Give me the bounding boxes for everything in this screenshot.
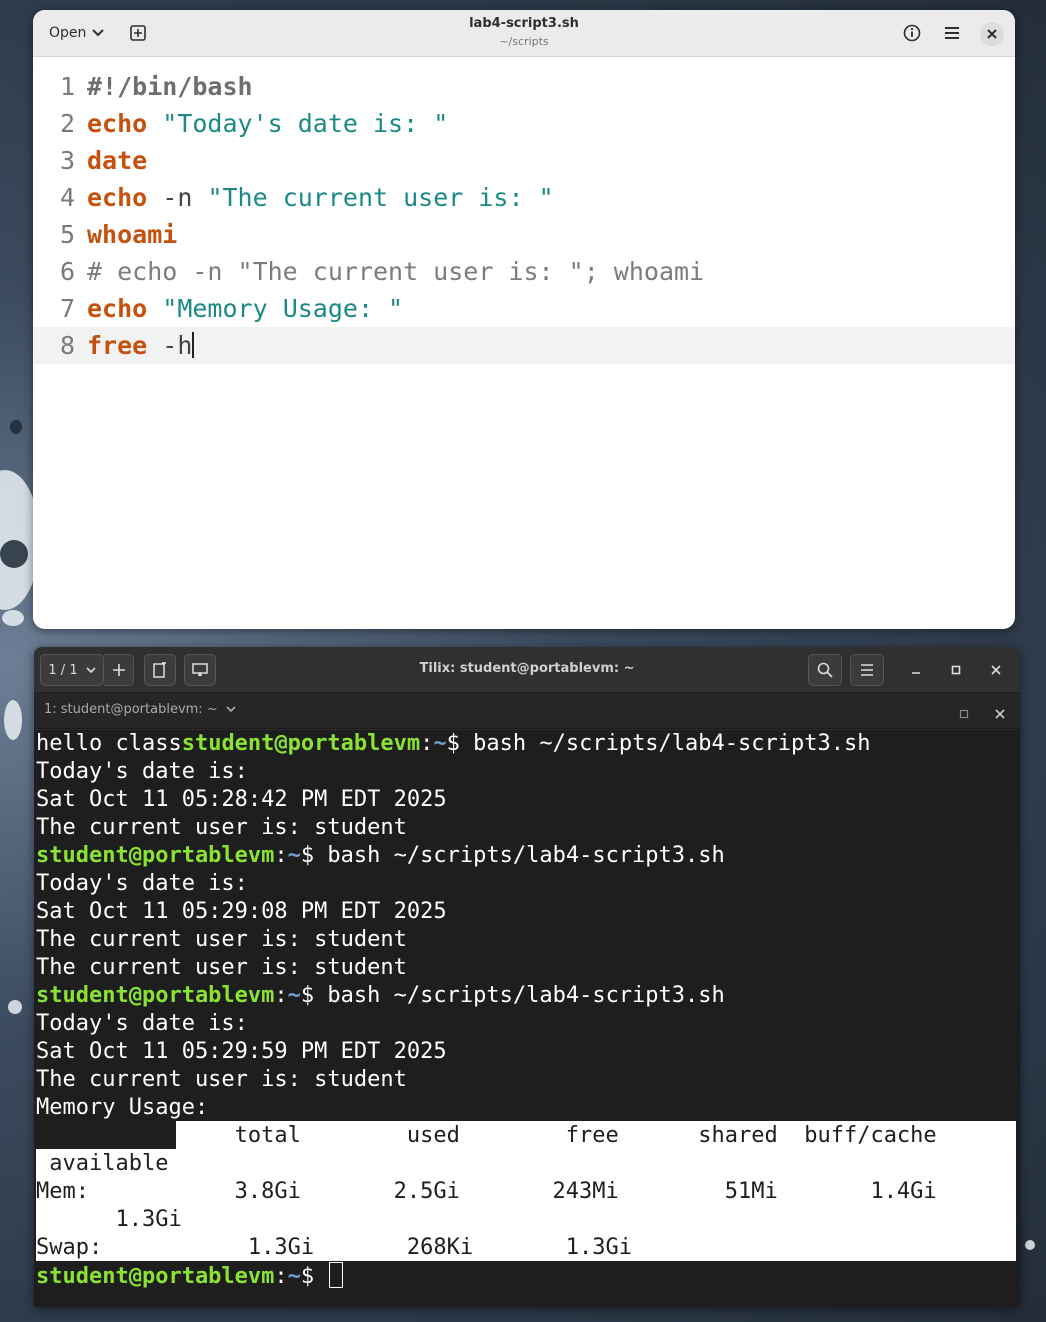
info-icon <box>903 24 921 42</box>
close-icon <box>991 665 1001 675</box>
code-line[interactable]: 7 echo "Memory Usage: " <box>33 290 1015 327</box>
wallpaper-splat <box>8 1000 22 1014</box>
maximize-icon <box>959 709 969 719</box>
wallpaper-splat <box>2 610 24 626</box>
terminal-line: The current user is: student <box>36 955 407 980</box>
terminal-pane-close-button[interactable] <box>995 704 1005 723</box>
code-token: -n <box>147 183 208 212</box>
code-token: whoami <box>87 220 178 249</box>
terminal-tab-bar: 1: student@portablevm: ~ <box>34 693 1020 729</box>
terminal-cursor <box>329 1262 344 1288</box>
terminal-line: The current user is: student <box>36 1067 407 1092</box>
document-title: lab4-script3.sh <box>469 16 579 31</box>
code-token: # echo -n "The current user is: "; whoam… <box>87 257 705 286</box>
code-token: "Memory Usage: " <box>162 294 404 323</box>
code-line[interactable]: 6 # echo -n "The current user is: "; whoa… <box>33 253 1015 290</box>
terminal-line: Today's date is: <box>36 1011 248 1036</box>
terminal-window: 1 / 1 Tilix: student@portablevm: ~ 1: st… <box>34 647 1020 1307</box>
terminal-line: Today's date is: <box>36 759 248 784</box>
code-line[interactable]: 8 free -h <box>33 327 1015 364</box>
code-text: date <box>87 142 147 179</box>
line-number: 3 <box>59 146 75 175</box>
line-number: 7 <box>59 294 75 323</box>
code-token: date <box>87 146 148 175</box>
maximize-icon <box>951 665 961 675</box>
find-button[interactable] <box>808 654 842 686</box>
minimize-button[interactable] <box>906 660 926 680</box>
code-line[interactable]: 4 echo -n "The current user is: " <box>33 179 1015 216</box>
minimize-icon <box>912 672 920 674</box>
terminal-close-button[interactable] <box>986 660 1006 680</box>
code-token: echo <box>87 109 148 138</box>
code-token: "The current user is: " <box>207 183 554 212</box>
code-token: echo <box>87 183 148 212</box>
wallpaper-splat <box>4 700 22 740</box>
hamburger-menu-icon <box>861 664 873 676</box>
search-icon <box>817 662 833 678</box>
code-text: echo -n "The current user is: " <box>87 179 554 216</box>
hamburger-menu-icon <box>945 27 959 39</box>
terminal-line: The current user is: student <box>36 927 407 952</box>
code-line[interactable]: 3 date <box>33 142 1015 179</box>
editor-headerbar: Open lab4-script3.sh ~/scripts <box>33 10 1015 57</box>
wallpaper-splat <box>10 420 22 434</box>
free-mem-line: 1.3Gi <box>36 1207 182 1232</box>
terminal-line: The current user is: student <box>36 815 407 840</box>
code-text: whoami <box>87 216 177 253</box>
code-text: echo "Today's date is: " <box>87 105 448 142</box>
code-token: -h <box>147 331 193 360</box>
close-icon <box>995 709 1005 719</box>
terminal-headerbar: 1 / 1 Tilix: student@portablevm: ~ <box>34 647 1020 693</box>
free-mem-line: Mem: 3.8Gi 2.5Gi 243Mi 51Mi 1.4Gi <box>36 1179 937 1204</box>
terminal-output[interactable]: hello classstudent@portablevm:~$ bash ~/… <box>34 730 1020 1307</box>
maximize-button[interactable] <box>946 660 966 680</box>
editor-close-button[interactable] <box>980 22 1004 46</box>
terminal-line: hello classstudent@portablevm:~$ bash ~/… <box>36 731 871 756</box>
close-icon <box>987 29 997 39</box>
code-text: # echo -n "The current user is: "; whoam… <box>87 253 704 290</box>
code-text: free -h <box>87 327 195 364</box>
code-text: echo "Memory Usage: " <box>87 290 403 327</box>
line-number: 1 <box>59 72 75 101</box>
document-path: ~/scripts <box>499 35 549 48</box>
line-number: 4 <box>59 183 75 212</box>
line-number: 6 <box>59 257 75 286</box>
free-header-line: available <box>36 1151 169 1176</box>
main-menu-button[interactable] <box>940 21 964 45</box>
line-number: 8 <box>59 331 75 360</box>
document-info-button[interactable] <box>900 21 924 45</box>
chevron-down-icon <box>226 706 236 713</box>
code-token: "Today's date is: " <box>162 109 449 138</box>
code-line[interactable]: 1 #!/bin/bash <box>33 68 1015 105</box>
text-editor-window: Open lab4-script3.sh ~/scripts 1 #!/bin/b… <box>33 10 1015 629</box>
terminal-prompt-line: student@portablevm:~$ <box>36 1262 344 1290</box>
code-line[interactable]: 5 whoami <box>33 216 1015 253</box>
free-swap-line: Swap: 1.3Gi 268Ki 1.3Gi <box>36 1235 633 1260</box>
code-token: free <box>87 331 148 360</box>
code-token: echo <box>87 294 148 323</box>
terminal-line: student@portablevm:~$ bash ~/scripts/lab… <box>36 843 725 868</box>
terminal-line: Memory Usage: <box>36 1095 209 1120</box>
code-line[interactable]: 2 echo "Today's date is: " <box>33 105 1015 142</box>
code-area[interactable]: 1 #!/bin/bash 2 echo "Today's date is: " 3 da… <box>33 68 1015 364</box>
terminal-line: Sat Oct 11 05:29:59 PM EDT 2025 <box>36 1039 447 1064</box>
terminal-menu-button[interactable] <box>850 654 884 686</box>
terminal-tab[interactable]: 1: student@portablevm: ~ <box>44 702 236 717</box>
terminal-tab-label: 1: student@portablevm: ~ <box>44 702 218 717</box>
terminal-line: Today's date is: <box>36 871 248 896</box>
wallpaper-splat <box>0 540 28 568</box>
terminal-line: student@portablevm:~$ bash ~/scripts/lab… <box>36 983 725 1008</box>
line-number: 2 <box>59 109 75 138</box>
free-header-line: total used free shared buff/cache <box>36 1123 937 1148</box>
code-token: #!/bin/bash <box>87 72 253 101</box>
terminal-line: Sat Oct 11 05:28:42 PM EDT 2025 <box>36 787 447 812</box>
terminal-maximize-button[interactable] <box>959 704 969 723</box>
line-number: 5 <box>59 220 75 249</box>
text-caret <box>192 332 195 358</box>
terminal-line: Sat Oct 11 05:29:08 PM EDT 2025 <box>36 899 447 924</box>
wallpaper-splat <box>1025 1240 1035 1250</box>
code-text: #!/bin/bash <box>87 68 253 105</box>
